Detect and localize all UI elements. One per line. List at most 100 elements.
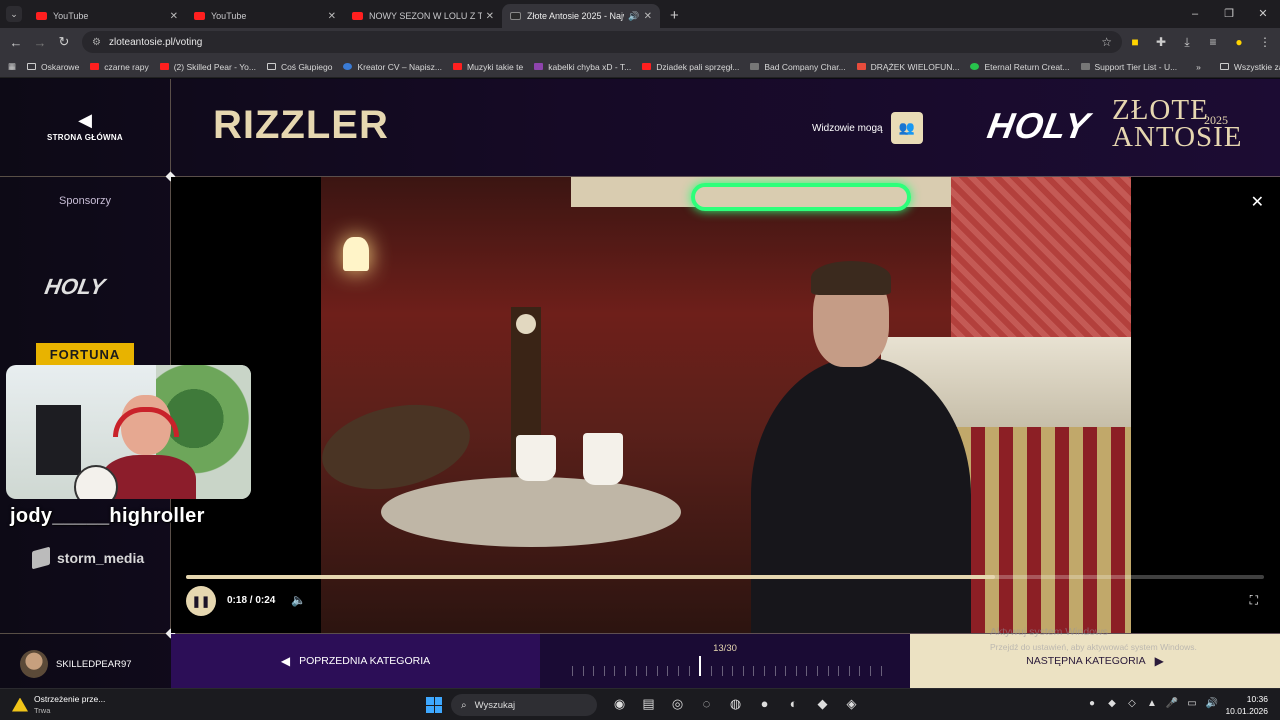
video-progress-bar[interactable] <box>186 575 1264 579</box>
tab-title: YouTube <box>53 11 89 21</box>
app-icon[interactable]: ◌ <box>692 696 721 712</box>
forward-icon[interactable]: → <box>28 35 52 50</box>
sponsor-holy-logo: HOLY <box>42 274 107 299</box>
clock-date: 10.01.2026 <box>1225 706 1268 716</box>
reload-icon[interactable]: ↻ <box>52 34 76 50</box>
tray-icon[interactable]: ◇ <box>1122 698 1142 709</box>
video-player[interactable]: ✕ ❚❚ 0:18 / 0:24 🔈 ⛶ <box>171 177 1280 633</box>
new-tab-button[interactable]: + <box>670 7 679 24</box>
home-button[interactable]: ◀ STRONA GŁÓWNA <box>40 111 130 142</box>
pause-button[interactable]: ❚❚ <box>186 586 216 616</box>
warning-icon <box>12 697 28 712</box>
taskbar-notification[interactable]: Ostrzeżenie prze... Trwa <box>12 694 105 715</box>
category-tick <box>603 666 605 676</box>
app-icon[interactable]: ◉ <box>605 696 634 712</box>
volume-icon[interactable]: 🔊 <box>1202 698 1222 709</box>
apps-grid-icon[interactable]: ▦ <box>8 61 16 72</box>
speaker-icon[interactable]: 🔊 <box>628 11 639 22</box>
taskbar-clock[interactable]: 10:36 10.01.2026 <box>1225 693 1268 717</box>
extensions-puzzle-icon[interactable]: ✚ <box>1148 35 1174 49</box>
windows-activation-watermark: Aktywuj system Windows Przejdź do ustawi… <box>990 626 1250 652</box>
tab-zlote-antosie[interactable]: Złote Antosie 2025 - Najwię 🔊 ✕ <box>502 4 660 28</box>
bookmark-item[interactable]: Kreator CV – Napisz... <box>343 62 442 72</box>
minimize-icon[interactable]: – <box>1178 0 1212 28</box>
chrome-icon[interactable]: ◎ <box>663 696 692 712</box>
restore-icon[interactable]: ❐ <box>1212 0 1246 28</box>
bookmarks-more-icon[interactable]: » <box>1196 62 1201 72</box>
close-tab-icon[interactable]: ✕ <box>644 11 652 22</box>
youtube-icon <box>159 63 169 70</box>
steam-icon[interactable]: ◐ <box>779 696 808 712</box>
previous-category-button[interactable]: ◀ POPRZEDNIA KATEGORIA <box>171 634 540 688</box>
bookmark-item[interactable]: DRĄŻEK WIELOFUN... <box>856 61 960 72</box>
discord-icon[interactable]: ◍ <box>721 696 750 712</box>
scene-person-body <box>751 357 971 633</box>
site-info-icon[interactable]: ⚙ <box>92 37 101 48</box>
avatar <box>20 650 48 678</box>
viewers-button[interactable]: 👥 <box>890 112 923 144</box>
bookmark-label: Dziadek pali sprzęgł... <box>656 61 740 72</box>
tray-icon[interactable]: ◆ <box>1102 698 1122 709</box>
taskbar-search[interactable]: ⌕ Wyszukaj <box>451 694 597 716</box>
spotify-icon[interactable]: ● <box>750 696 779 712</box>
back-icon[interactable]: ← <box>4 35 28 50</box>
category-tick <box>614 666 616 676</box>
close-tab-icon[interactable]: ✕ <box>170 11 178 22</box>
category-tick <box>742 666 744 676</box>
bookmark-item[interactable]: Support Tier List - U... <box>1080 62 1177 72</box>
tab-youtube-1[interactable]: YouTube ✕ <box>28 4 186 28</box>
bookmark-item[interactable]: Bad Company Char... <box>750 62 846 72</box>
scene-neon-light <box>691 183 911 211</box>
close-tab-icon[interactable]: ✕ <box>328 11 336 22</box>
category-tick <box>656 666 658 676</box>
app-icon[interactable]: ▤ <box>634 696 663 712</box>
tab-youtube-3[interactable]: NOWY SEZON W LOLU Z TOBĄ ✕ <box>344 4 502 28</box>
bookmark-item[interactable]: Coś Głupiego <box>266 62 332 72</box>
tab-youtube-2[interactable]: YouTube ✕ <box>186 4 344 28</box>
fullscreen-icon[interactable]: ⛶ <box>1250 593 1258 608</box>
category-tick <box>753 666 755 676</box>
bookmark-star-icon[interactable]: ☆ <box>1101 35 1112 49</box>
watermark-title: Aktywuj system Windows <box>990 626 1108 638</box>
bookmark-item[interactable]: Eternal Return Creat... <box>970 62 1070 72</box>
profile-icon[interactable]: ● <box>1226 35 1252 49</box>
scene-cup <box>516 435 556 481</box>
all-bookmarks[interactable]: Wszystkie zakładki <box>1219 62 1280 72</box>
bookmark-item[interactable]: kabelki chyba xD - T... <box>534 62 631 72</box>
bookmark-item[interactable]: (2) Skilled Pear - Yo... <box>159 62 256 72</box>
menu-kebab-icon[interactable]: ⋮ <box>1252 35 1278 49</box>
volume-icon[interactable]: 🔈 <box>291 593 306 607</box>
microphone-icon[interactable]: 🎤 <box>1162 698 1182 709</box>
site-icon <box>343 63 353 70</box>
close-window-icon[interactable]: ✕ <box>1246 0 1280 28</box>
site-icon <box>510 12 521 20</box>
extension-icon[interactable]: ■ <box>1122 35 1148 49</box>
spotify-tray-icon[interactable]: ● <box>1082 698 1102 709</box>
user-profile[interactable]: SKILLEDPEAR97 <box>20 650 132 678</box>
bookmark-label: Muzyki takie te <box>467 61 524 72</box>
download-icon[interactable]: ⤓ <box>1174 35 1200 50</box>
video-frame <box>321 177 1131 633</box>
category-tick <box>870 666 872 676</box>
bookmark-item[interactable]: Dziadek pali sprzęgł... <box>642 62 739 72</box>
tab-strip: ⌄ YouTube ✕ YouTube ✕ NOWY SEZON W LOLU … <box>0 0 1280 28</box>
teams-icon[interactable]: ◈ <box>837 696 866 712</box>
media-controls-icon[interactable]: ≡ <box>1200 35 1226 49</box>
youtube-icon <box>642 63 652 70</box>
users-group-icon: 👥 <box>898 120 915 135</box>
close-tab-icon[interactable]: ✕ <box>486 11 494 22</box>
close-icon[interactable]: ✕ <box>1251 192 1264 212</box>
tray-icon[interactable]: ▲ <box>1142 698 1162 709</box>
url-input[interactable]: ⚙ zloteantosie.pl/voting ☆ <box>82 31 1122 53</box>
display-icon[interactable]: ▭ <box>1182 698 1202 709</box>
tab-search-icon[interactable]: ⌄ <box>6 6 22 22</box>
bookmark-label: kabelki chyba xD - T... <box>548 61 632 72</box>
app-icon[interactable]: ◆ <box>808 696 837 712</box>
category-title: RIZZLER <box>213 103 389 147</box>
windows-start-icon[interactable] <box>426 697 442 713</box>
bookmark-item[interactable]: Muzyki takie te <box>453 62 523 72</box>
bookmark-item[interactable]: Oskarowe <box>27 62 79 72</box>
bookmark-item[interactable]: czarne rapy <box>90 62 149 72</box>
category-tick <box>688 666 690 676</box>
bookmark-label: DRĄŻEK WIELOFUN... <box>870 61 960 72</box>
